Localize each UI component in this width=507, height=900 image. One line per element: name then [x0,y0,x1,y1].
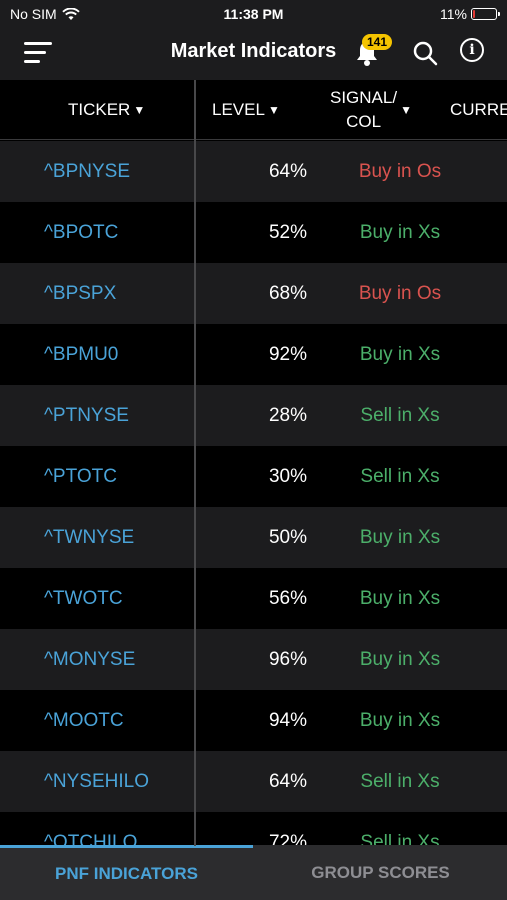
bottom-tab-bar: PNF INDICATORS GROUP SCORES [0,845,507,900]
sort-caret-icon: ▼ [133,103,146,117]
ticker-cell[interactable]: ^MOOTC [44,690,124,751]
signal-cell: Buy in Os [358,161,442,182]
notification-badge: 141 [362,34,393,50]
level-cell: 52% [268,222,307,243]
level-header-label: LEVEL [212,100,265,119]
column-header-ticker[interactable]: TICKER ▼ [68,80,145,140]
column-header-current[interactable]: CURRE [450,80,507,140]
table-row[interactable]: ^PTNYSE 28% Sell in Xs [0,385,507,446]
ticker-cell[interactable]: ^BPMU0 [44,324,118,385]
battery-icon [471,8,500,20]
status-left: No SIM [10,6,80,22]
search-button[interactable] [412,40,438,66]
signal-cell: Buy in Xs [359,344,441,365]
level-cell: 50% [268,527,307,548]
ticker-cell[interactable]: ^TWOTC [44,568,123,629]
carrier-label: No SIM [10,6,57,22]
column-header-level[interactable]: LEVEL ▼ [212,80,280,140]
table-row[interactable]: ^OTCHILO 72% Sell in Xs [0,812,507,846]
level-cell: 64% [268,771,307,792]
level-cell: 96% [268,649,307,670]
table-row[interactable]: ^TWNYSE 50% Buy in Xs [0,507,507,568]
tab-group-scores[interactable]: GROUP SCORES [254,845,507,900]
level-cell: 72% [268,832,307,846]
app-header: Market Indicators 141 i [0,28,507,80]
level-cell: 64% [268,161,307,182]
ticker-cell[interactable]: ^PTNYSE [44,385,129,446]
search-icon [413,41,438,66]
tab-pnf-indicators[interactable]: PNF INDICATORS [0,845,253,900]
ticker-cell[interactable]: ^PTOTC [44,446,117,507]
signal-cell: Sell in Xs [360,771,440,792]
level-cell: 28% [268,405,307,426]
menu-icon[interactable] [24,40,52,66]
status-right: 11% [440,6,500,22]
ticker-cell[interactable]: ^BPOTC [44,202,118,263]
indicator-table: ^BPNYSE 64% Buy in Os ^BPOTC 52% Buy in Xs ^BP… [0,141,507,846]
table-row[interactable]: ^NYSEHILO 64% Sell in Xs [0,751,507,812]
ticker-cell[interactable]: ^OTCHILO [44,812,137,846]
signal-cell: Sell in Xs [360,405,440,426]
ticker-cell[interactable]: ^BPSPX [44,263,116,324]
signal-cell: Buy in Xs [359,527,441,548]
battery-percent: 11% [440,6,467,22]
table-row[interactable]: ^BPOTC 52% Buy in Xs [0,202,507,263]
sort-caret-icon: ▼ [267,103,280,117]
level-cell: 92% [268,344,307,365]
signal-header-stack: SIGNAL/ COL [330,86,397,134]
table-row[interactable]: ^BPSPX 68% Buy in Os [0,263,507,324]
level-cell: 30% [268,466,307,487]
info-icon[interactable]: i [460,38,484,62]
table-row[interactable]: ^PTOTC 30% Sell in Xs [0,446,507,507]
signal-cell: Sell in Xs [360,466,440,487]
table-row[interactable]: ^BPMU0 92% Buy in Xs [0,324,507,385]
level-cell: 94% [268,710,307,731]
level-cell: 56% [268,588,307,609]
ticker-cell[interactable]: ^NYSEHILO [44,751,149,812]
column-header-signal[interactable]: SIGNAL/ COL ▼ [330,80,412,140]
level-cell: 68% [268,283,307,304]
ticker-cell[interactable]: ^MONYSE [44,629,135,690]
signal-cell: Buy in Xs [359,710,441,731]
signal-cell: Buy in Xs [359,588,441,609]
status-bar: No SIM 11:38 PM 11% [0,0,507,28]
ticker-cell[interactable]: ^BPNYSE [44,141,130,202]
signal-cell: Sell in Xs [360,832,440,846]
column-divider [194,80,196,846]
sort-caret-icon: ▼ [400,103,412,117]
table-row[interactable]: ^TWOTC 56% Buy in Xs [0,568,507,629]
table-row[interactable]: ^BPNYSE 64% Buy in Os [0,141,507,202]
signal-header-line1: SIGNAL/ [330,88,398,107]
table-row[interactable]: ^MOOTC 94% Buy in Xs [0,690,507,751]
notifications-button[interactable]: 141 [354,34,393,68]
ticker-header-label: TICKER [68,100,131,119]
signal-cell: Buy in Os [358,283,442,304]
current-header-label: CURRE [450,100,507,119]
column-header-row: TICKER ▼ LEVEL ▼ SIGNAL/ COL ▼ CURRE [0,80,507,140]
signal-cell: Buy in Xs [359,222,441,243]
table-row[interactable]: ^MONYSE 96% Buy in Xs [0,629,507,690]
wifi-icon [61,7,80,20]
ticker-cell[interactable]: ^TWNYSE [44,507,134,568]
signal-cell: Buy in Xs [359,649,441,670]
battery-fill [473,10,475,18]
signal-header-line2: COL [346,112,382,131]
